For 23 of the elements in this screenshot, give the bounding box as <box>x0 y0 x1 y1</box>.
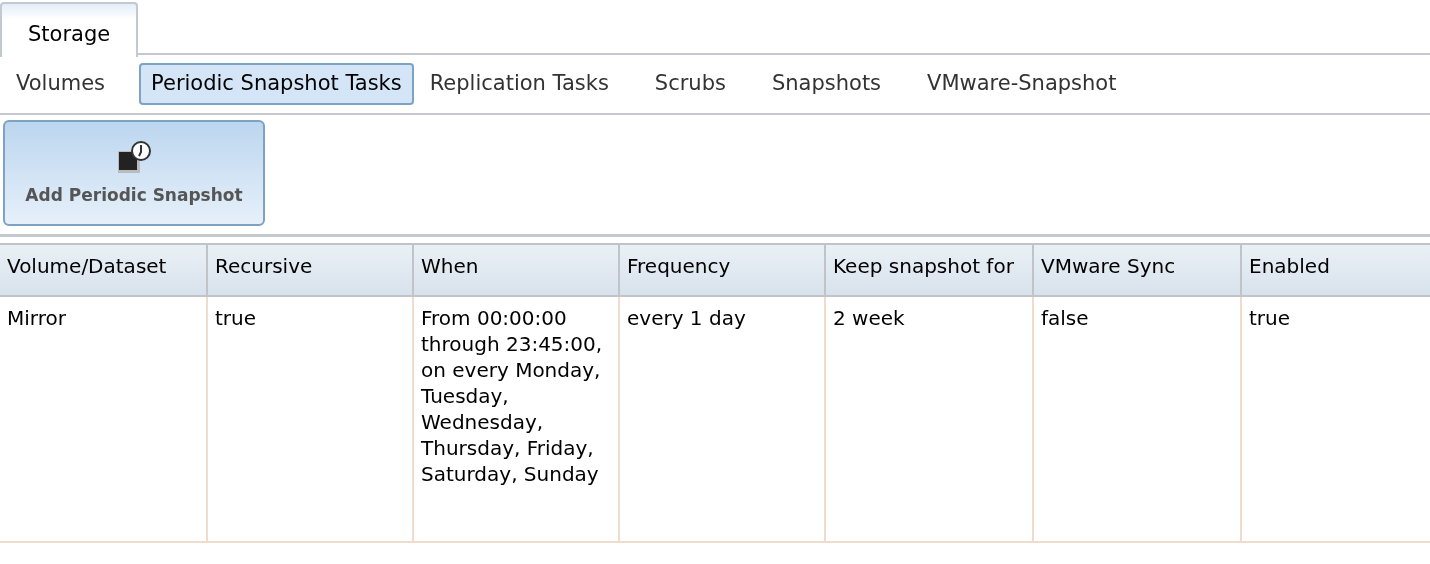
subsection-tab[interactable]: VMware-Snapshot <box>915 63 1129 105</box>
subsection-tab[interactable]: Snapshots <box>759 63 894 105</box>
section-tab[interactable]: Storage <box>0 2 139 57</box>
column-header[interactable]: When <box>413 244 619 296</box>
column-header[interactable]: VMware Sync <box>1033 244 1241 296</box>
subsection-tab[interactable]: Volumes <box>4 63 118 105</box>
table-cell: true <box>207 296 413 542</box>
table-cell: Mirror <box>0 296 207 542</box>
table-cell: every 1 day <box>619 296 825 542</box>
column-header[interactable]: Frequency <box>619 244 825 296</box>
subsection-tab[interactable]: Scrubs <box>642 63 738 105</box>
subsection-tab[interactable]: Periodic Snapshot Tasks <box>139 63 414 105</box>
add-snapshot-button[interactable]: Add Periodic Snapshot <box>3 120 265 226</box>
column-header[interactable]: Keep snapshot for <box>825 244 1033 296</box>
column-header[interactable]: Recursive <box>207 244 413 296</box>
snapshot-clock-icon <box>116 141 152 175</box>
table-cell: 2 week <box>825 296 1033 542</box>
table-cell: true <box>1241 296 1430 542</box>
column-header[interactable]: Enabled <box>1241 244 1430 296</box>
column-header[interactable]: Volume/Dataset <box>0 244 207 296</box>
table-cell: From 00:00:00 through 23:45:00, on every Monday, Tuesday, Wednesday, Thursday, Friday, Saturday, Sunday <box>413 296 619 542</box>
table-cell: false <box>1033 296 1241 542</box>
subsection-tab[interactable]: Replication Tasks <box>417 63 621 105</box>
